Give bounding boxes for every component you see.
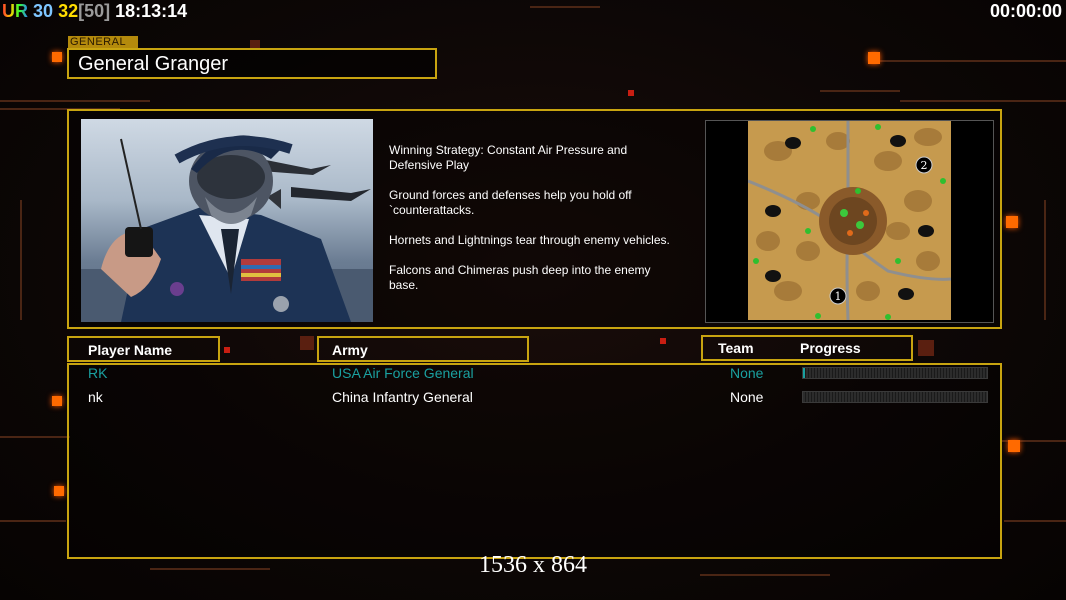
header-player-name-label: Player Name [88, 342, 173, 358]
player-progress-bar [802, 391, 988, 403]
real-clock: 18:13:14 [115, 1, 188, 21]
fps-value-2: 32 [58, 1, 79, 21]
general-title-box: General Granger [67, 48, 437, 79]
player-list: RK USA Air Force General None nk China I… [67, 363, 1002, 559]
fps-value-1: 30 [33, 1, 54, 21]
strategy-line: Falcons and Chimeras push deep into the … [389, 263, 651, 292]
header-army-label: Army [332, 342, 368, 358]
player-progress-bar [802, 367, 988, 379]
resolution-label: 1536 x 864 [479, 552, 587, 578]
general-info-panel: Winning Strategy: Constant Air Pressure … [67, 109, 1002, 329]
strategy-line: Hornets and Lightnings tear through enem… [389, 233, 670, 247]
player-row[interactable]: nk China Infantry General None [69, 389, 1000, 409]
header-team-progress: Team Progress [701, 335, 913, 361]
map-start-label: 1 [835, 290, 842, 303]
header-army: Army [317, 336, 529, 362]
player-team: None [730, 389, 764, 405]
general-tag: GENERAL [68, 36, 138, 48]
general-name: General Granger [78, 53, 229, 75]
player-row[interactable]: RK USA Air Force General None [69, 365, 1000, 385]
player-team: None [730, 365, 764, 381]
header-team-label: Team [718, 340, 754, 356]
player-army: China Infantry General [332, 389, 473, 405]
player-name: nk [88, 389, 103, 405]
map-start-label: 2 [921, 159, 928, 172]
game-timer: 00:00:00 [989, 1, 1062, 21]
player-name: RK [88, 365, 108, 381]
player-army: USA Air Force General [332, 365, 474, 381]
strategy-line: Ground forces and defenses help you hold… [389, 188, 632, 217]
general-portrait [81, 119, 373, 322]
ur-label: UR [2, 1, 28, 21]
fps-counter: UR 30 32[50] 18:13:14 [2, 1, 187, 22]
strategy-line: Winning Strategy: Constant Air Pressure … [389, 143, 628, 172]
player-progress-fill [803, 368, 805, 378]
header-progress-label: Progress [800, 340, 861, 356]
map-preview: 1 2 [705, 120, 994, 323]
header-player-name: Player Name [67, 336, 220, 362]
fps-cap: [50] [78, 1, 111, 21]
strategy-text: Winning Strategy: Constant Air Pressure … [389, 143, 709, 308]
